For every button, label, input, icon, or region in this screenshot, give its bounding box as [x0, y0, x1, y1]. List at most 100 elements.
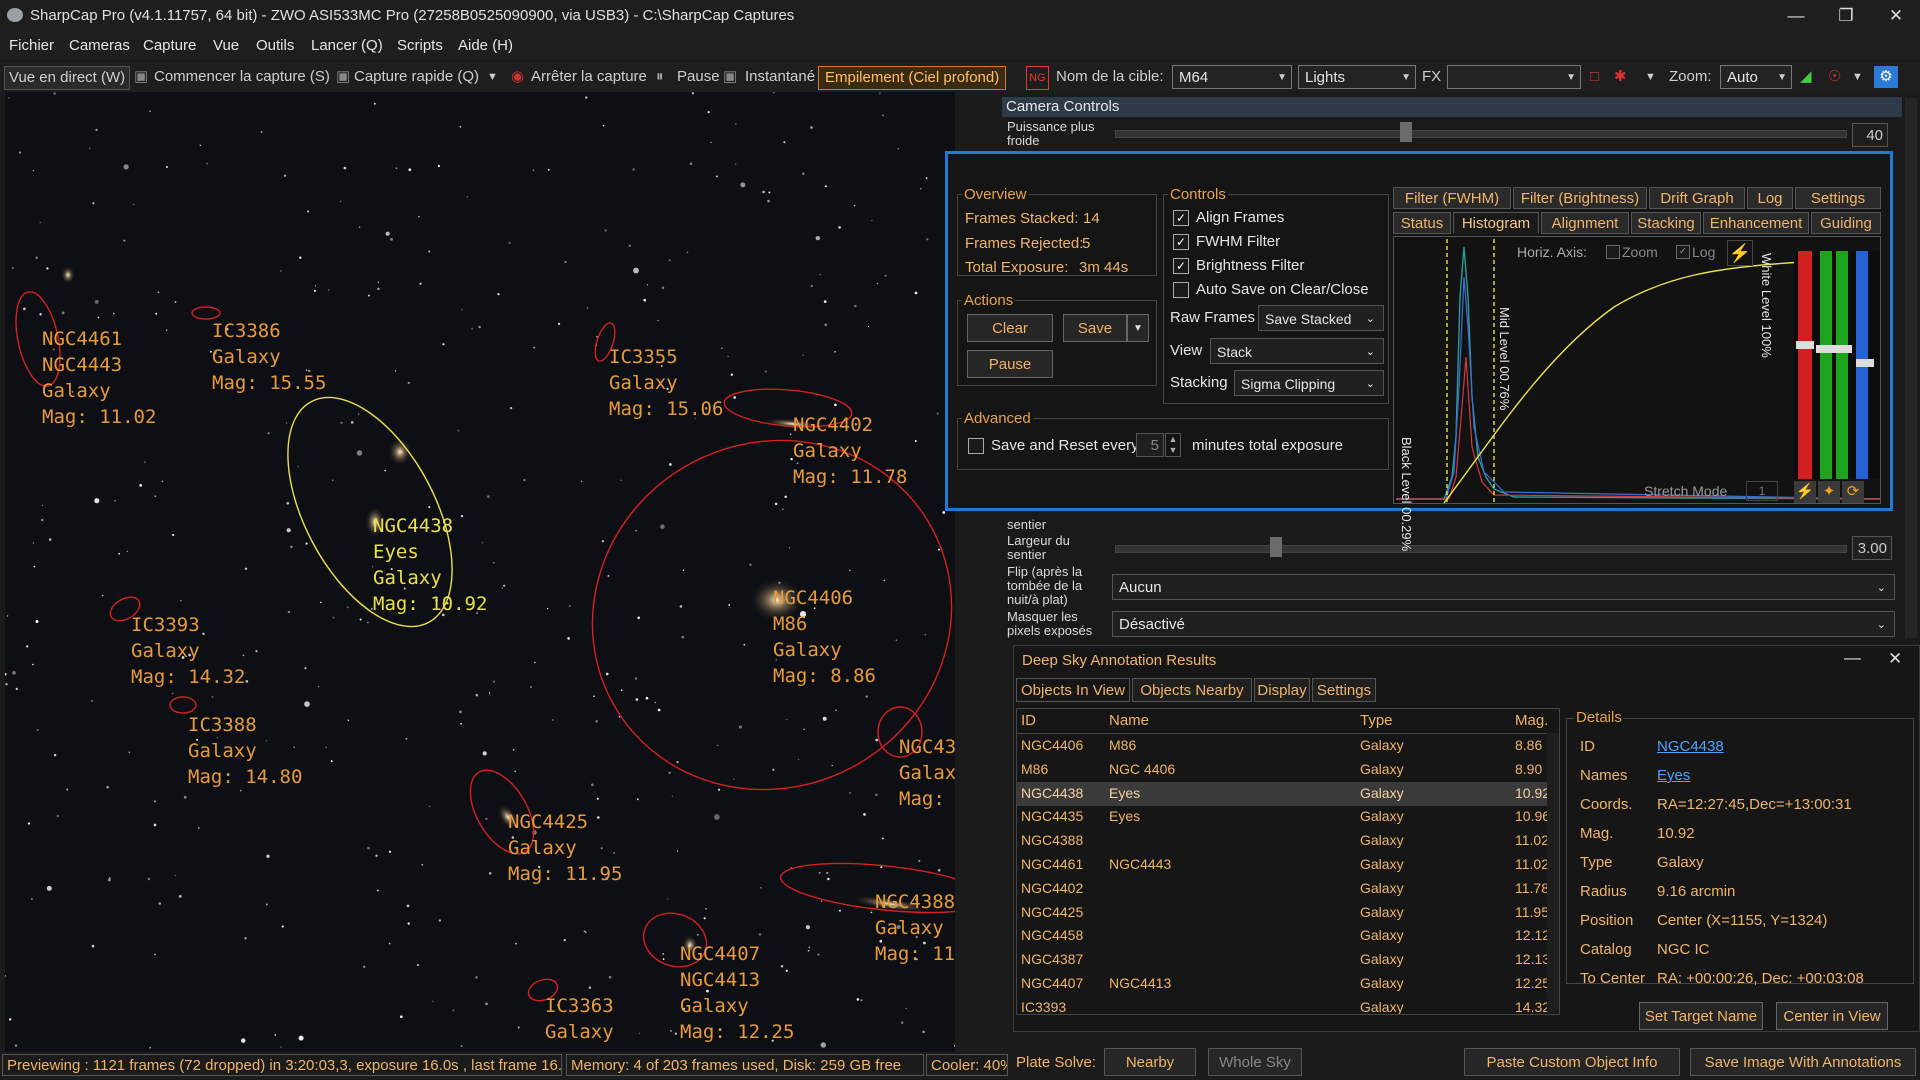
- path-width-slider-thumb[interactable]: [1270, 537, 1282, 557]
- tab-stacking[interactable]: Stacking: [1631, 212, 1701, 234]
- close-button[interactable]: ✕: [1876, 4, 1916, 28]
- table-row[interactable]: NGC4406 M86 Galaxy 8.86: [1017, 734, 1552, 758]
- center-in-view-button[interactable]: Center in View: [1776, 1002, 1888, 1030]
- red-slider-thumb[interactable]: [1796, 341, 1814, 349]
- red-channel-slider[interactable]: [1798, 251, 1812, 479]
- quick-capture-button[interactable]: Capture rapide (Q): [354, 66, 479, 88]
- auto-save-checkbox[interactable]: [1173, 282, 1189, 298]
- table-row[interactable]: NGC4458 Galaxy 12.12: [1017, 924, 1552, 948]
- frame-type-select[interactable]: Lights ▼: [1298, 65, 1416, 89]
- table-row[interactable]: M86 NGC 4406 Galaxy 8.90: [1017, 758, 1552, 782]
- reset-icon[interactable]: ⟳: [1842, 481, 1864, 503]
- tab-deep-sky-settings[interactable]: Settings: [1312, 678, 1376, 702]
- camera-controls-header[interactable]: Camera Controls: [1002, 97, 1902, 117]
- table-row[interactable]: NGC4425 Galaxy 11.95: [1017, 901, 1552, 925]
- tab-display[interactable]: Display: [1254, 678, 1310, 702]
- view-select[interactable]: Stack ⌄: [1210, 338, 1384, 364]
- detail-link[interactable]: NGC4438: [1657, 738, 1724, 755]
- ngc-annotate-icon[interactable]: NG: [1026, 66, 1049, 90]
- green-channel-slider[interactable]: [1820, 251, 1832, 479]
- clear-button[interactable]: Clear: [967, 314, 1053, 342]
- zoom-checkbox[interactable]: [1606, 245, 1620, 259]
- green-slider-thumb[interactable]: [1816, 345, 1834, 353]
- tab-filter-brightness[interactable]: Filter (Brightness): [1513, 187, 1647, 209]
- sparkle-icon[interactable]: ✦: [1818, 481, 1840, 503]
- minimize-button[interactable]: —: [1844, 648, 1861, 668]
- tab-drift-graph[interactable]: Drift Graph: [1649, 187, 1745, 209]
- save-image-annotations-button[interactable]: Save Image With Annotations: [1690, 1048, 1916, 1076]
- auto-stretch-icon[interactable]: ⚡: [1727, 240, 1753, 266]
- table-row[interactable]: NGC4461 NGC4443 Galaxy 11.02: [1017, 853, 1552, 877]
- pause-button[interactable]: Pause: [677, 66, 720, 88]
- stretch-mode-input[interactable]: 1: [1746, 481, 1778, 501]
- path-width-slider[interactable]: [1115, 545, 1847, 553]
- brightness-filter-checkbox[interactable]: ✓: [1173, 258, 1189, 274]
- crosshair-icon[interactable]: ✱: [1614, 66, 1627, 88]
- chevron-down-icon[interactable]: ▼: [1645, 66, 1656, 88]
- save-button[interactable]: Save: [1063, 314, 1127, 342]
- start-capture-button[interactable]: Commencer la capture (S): [154, 66, 330, 88]
- set-target-name-button[interactable]: Set Target Name: [1639, 1002, 1763, 1030]
- blue-slider-thumb[interactable]: [1856, 359, 1874, 367]
- table-row[interactable]: NGC4438 Eyes Galaxy 10.92: [1017, 781, 1552, 806]
- flip-select[interactable]: Aucun ⌄: [1112, 574, 1895, 600]
- tab-objects-in-view[interactable]: Objects In View: [1016, 678, 1130, 702]
- target-icon[interactable]: ☉: [1828, 66, 1841, 88]
- live-view-button[interactable]: Vue en direct (W): [4, 66, 131, 90]
- cooler-power-slider[interactable]: [1115, 130, 1847, 138]
- menu-aide[interactable]: Aide (H): [458, 37, 513, 54]
- menu-outils[interactable]: Outils: [256, 37, 294, 54]
- paste-custom-object-button[interactable]: Paste Custom Object Info: [1464, 1048, 1680, 1076]
- save-reset-checkbox[interactable]: [968, 438, 984, 454]
- tab-log[interactable]: Log: [1747, 187, 1793, 209]
- histogram-icon[interactable]: ◢: [1800, 66, 1812, 88]
- objects-table[interactable]: ID Name Type Mag. NGC4406 M86 Galaxy 8.86 M8…: [1016, 708, 1560, 1015]
- stop-capture-button[interactable]: Arrêter la capture: [531, 66, 647, 88]
- raw-frames-select[interactable]: Save Stacked ⌄: [1258, 305, 1384, 331]
- green-channel-slider-2[interactable]: [1836, 251, 1848, 479]
- image-view[interactable]: NGC4461 NGC4443 Galaxy Mag: 11.02 IC3386 Gala…: [5, 92, 955, 1052]
- tab-objects-nearby[interactable]: Objects Nearby: [1132, 678, 1252, 702]
- tab-filter-fwhm[interactable]: Filter (FWHM): [1393, 187, 1511, 209]
- log-checkbox[interactable]: ✓: [1676, 245, 1690, 259]
- target-name-input[interactable]: M64 ▼: [1172, 65, 1292, 89]
- zoom-select[interactable]: Auto ▼: [1720, 65, 1792, 89]
- camera-controls-scrollbar[interactable]: [1905, 98, 1917, 638]
- table-row[interactable]: NGC4387 Galaxy 12.13: [1017, 948, 1552, 972]
- detail-link[interactable]: Eyes: [1657, 767, 1690, 784]
- tab-guiding[interactable]: Guiding: [1811, 212, 1881, 234]
- menu-cameras[interactable]: Cameras: [69, 37, 130, 54]
- snapshot-button[interactable]: Instantané: [745, 66, 815, 88]
- pause-stack-button[interactable]: Pause: [967, 350, 1053, 378]
- cooler-power-value[interactable]: 40: [1852, 123, 1888, 147]
- menu-vue[interactable]: Vue: [213, 37, 239, 54]
- maximize-button[interactable]: ❐: [1826, 4, 1866, 28]
- menu-fichier[interactable]: Fichier: [9, 37, 54, 54]
- save-reset-minutes-input[interactable]: 5: [1136, 433, 1164, 457]
- column-name[interactable]: Name: [1109, 712, 1149, 729]
- cooler-power-slider-thumb[interactable]: [1400, 122, 1412, 142]
- column-id[interactable]: ID: [1021, 712, 1036, 729]
- minutes-spinner[interactable]: ▲ ▼: [1165, 433, 1181, 457]
- path-width-value[interactable]: 3.00: [1852, 536, 1892, 560]
- fwhm-filter-checkbox[interactable]: ✓: [1173, 234, 1189, 250]
- tab-settings[interactable]: Settings: [1795, 187, 1881, 209]
- stretch-icon[interactable]: ⚡: [1794, 481, 1816, 503]
- histogram-area[interactable]: Horiz. Axis: Zoom ✓ Log ⚡ Black Level 00…: [1393, 236, 1881, 551]
- menu-lancer[interactable]: Lancer (Q): [311, 37, 383, 54]
- table-row[interactable]: NGC4402 Galaxy 11.78: [1017, 877, 1552, 901]
- column-mag[interactable]: Mag.: [1515, 712, 1548, 729]
- reticle-icon[interactable]: □: [1590, 66, 1599, 88]
- nearby-button[interactable]: Nearby: [1104, 1048, 1196, 1076]
- tab-status[interactable]: Status: [1393, 212, 1451, 234]
- tab-histogram[interactable]: Histogram: [1453, 212, 1539, 234]
- minimize-button[interactable]: —: [1776, 4, 1816, 28]
- table-row[interactable]: NGC4388 Galaxy 11.02: [1017, 829, 1552, 853]
- menu-scripts[interactable]: Scripts: [397, 37, 443, 54]
- whole-sky-button[interactable]: Whole Sky: [1208, 1048, 1302, 1076]
- table-row[interactable]: NGC4435 Eyes Galaxy 10.96: [1017, 805, 1552, 829]
- close-button[interactable]: ✕: [1888, 649, 1902, 669]
- hide-exposed-select[interactable]: Désactivé ⌄: [1112, 611, 1895, 637]
- chevron-down-icon[interactable]: ▼: [487, 66, 498, 88]
- table-scrollbar[interactable]: [1547, 733, 1559, 1013]
